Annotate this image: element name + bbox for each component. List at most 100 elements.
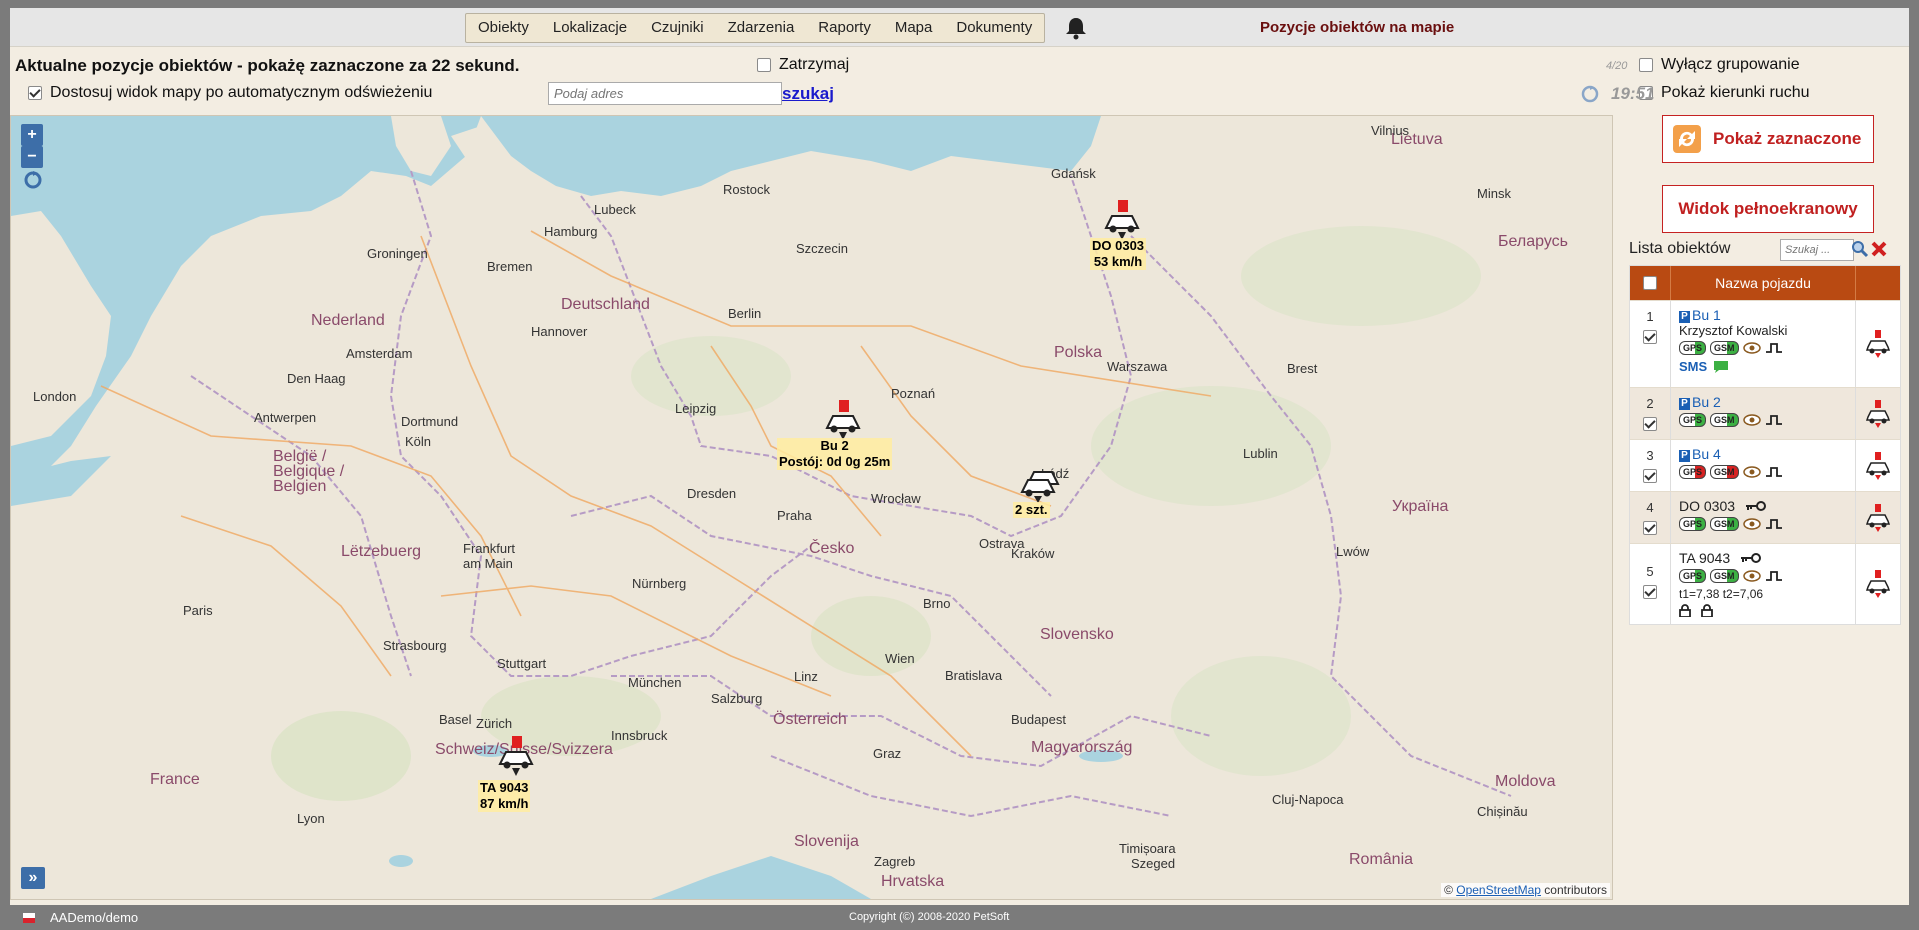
map-label-city: Poznań xyxy=(891,386,936,401)
osm-link[interactable]: OpenStreetMap xyxy=(1456,883,1541,897)
eye-icon[interactable] xyxy=(1742,414,1761,426)
parking-icon: P xyxy=(1679,449,1690,462)
sms-label[interactable]: SMS xyxy=(1679,359,1707,374)
map-refresh-icon[interactable] xyxy=(23,170,43,190)
page-title: Pozycje obiektów na mapie xyxy=(1260,19,1455,36)
gps-status: GPS xyxy=(1679,569,1707,583)
row-info-cell: P Bu 1 Krzysztof Kowalski GPS GSM SMS xyxy=(1671,301,1856,387)
map-label-city: Dortmund xyxy=(401,414,459,429)
vehicle-marker-do0303[interactable] xyxy=(1100,198,1144,242)
polish-flag-icon[interactable] xyxy=(23,913,35,923)
row-checkbox[interactable] xyxy=(1643,585,1657,599)
refresh-icon[interactable] xyxy=(1581,85,1599,103)
gsm-status: GSM xyxy=(1710,413,1739,427)
row-num-cell: 2 xyxy=(1630,388,1671,439)
table-row[interactable]: 3 P Bu 4 GPS GSM xyxy=(1630,439,1900,491)
message-icon[interactable] xyxy=(1713,360,1729,374)
show-selected-button[interactable]: Pokaż zaznaczone xyxy=(1662,115,1874,163)
eye-icon[interactable] xyxy=(1742,518,1761,530)
map-view[interactable]: + − Deutschland Polska Česko Slovensko Ö… xyxy=(10,115,1613,900)
temperature-readout: t1=7,38 t2=7,06 xyxy=(1679,587,1764,601)
vehicle-name[interactable]: Bu 2 xyxy=(1692,394,1721,410)
gsm-status: GSM xyxy=(1710,465,1739,479)
stop-checkbox[interactable] xyxy=(757,58,771,72)
route-icon[interactable] xyxy=(1765,466,1783,478)
locate-cell xyxy=(1856,301,1900,387)
menu-raporty[interactable]: Raporty xyxy=(806,14,883,42)
vehicle-group-marker[interactable] xyxy=(1018,460,1062,504)
stop-option[interactable]: Zatrzymaj xyxy=(757,56,849,74)
zoom-out-button[interactable]: − xyxy=(21,146,43,168)
row-num-cell: 5 xyxy=(1630,544,1671,624)
user-account[interactable]: AADemo/demo xyxy=(50,910,138,925)
row-checkbox[interactable] xyxy=(1643,521,1657,535)
expand-panel-button[interactable]: » xyxy=(21,867,45,889)
clear-search-icon[interactable] xyxy=(1870,240,1888,258)
table-row[interactable]: 1 P Bu 1 Krzysztof Kowalski GPS GSM SMS xyxy=(1630,300,1900,387)
menu-lokalizacje[interactable]: Lokalizacje xyxy=(541,14,639,42)
vehicle-name-header[interactable]: Nazwa pojazdu xyxy=(1671,266,1856,300)
locate-vehicle-icon[interactable] xyxy=(1863,503,1893,533)
menu-dokumenty[interactable]: Dokumenty xyxy=(944,14,1044,42)
status-icons: GPS GSM xyxy=(1679,341,1855,355)
row-checkbox[interactable] xyxy=(1643,469,1657,483)
disable-grouping-checkbox[interactable] xyxy=(1639,58,1653,72)
route-icon[interactable] xyxy=(1765,518,1783,530)
eye-icon[interactable] xyxy=(1742,342,1761,354)
map-label-city: Minsk xyxy=(1477,186,1511,201)
map-label-city: Lwów xyxy=(1336,544,1370,559)
eye-icon[interactable] xyxy=(1742,466,1761,478)
row-info-cell: TA 9043 GPS GSM t1=7,38 t2=7,06 xyxy=(1671,544,1856,624)
menu-mapa[interactable]: Mapa xyxy=(883,14,945,42)
attribution-suffix: contributors xyxy=(1540,883,1607,897)
vehicle-marker-ta9043[interactable] xyxy=(494,734,538,778)
row-checkbox[interactable] xyxy=(1643,417,1657,431)
menu-zdarzenia[interactable]: Zdarzenia xyxy=(716,14,807,42)
vehicle-name[interactable]: TA 9043 xyxy=(1679,550,1730,566)
fullscreen-button[interactable]: Widok pełnoekranowy xyxy=(1662,185,1874,233)
map-label-city: Graz xyxy=(873,746,902,761)
locate-vehicle-icon[interactable] xyxy=(1863,451,1893,481)
table-row[interactable]: 4 DO 0303 GPS GSM xyxy=(1630,491,1900,543)
object-search-input[interactable] xyxy=(1780,239,1854,261)
table-row[interactable]: 2 P Bu 2 GPS GSM xyxy=(1630,387,1900,439)
table-row[interactable]: 5 TA 9043 GPS GSM t1=7,38 t2=7,06 xyxy=(1630,543,1900,624)
map-label-country: România xyxy=(1349,851,1414,868)
show-directions-option[interactable]: Pokaż kierunki ruchu xyxy=(1639,84,1810,102)
locate-vehicle-icon[interactable] xyxy=(1863,399,1893,429)
route-icon[interactable] xyxy=(1765,570,1783,582)
map-label-city: Szczecin xyxy=(796,241,849,256)
search-icon[interactable] xyxy=(1851,240,1869,258)
select-all-checkbox[interactable] xyxy=(1643,276,1657,290)
vehicle-name[interactable]: Bu 4 xyxy=(1692,446,1721,462)
vehicle-name[interactable]: DO 0303 xyxy=(1679,498,1735,514)
fit-view-label: Dostosuj widok mapy po automatycznym odś… xyxy=(50,84,433,101)
vehicle-name[interactable]: Bu 1 xyxy=(1692,307,1721,323)
menu-obiekty[interactable]: Obiekty xyxy=(466,14,541,42)
vehicle-label-line: DO 0303 xyxy=(1092,238,1145,253)
bell-icon[interactable] xyxy=(1063,15,1089,41)
eye-icon[interactable] xyxy=(1742,570,1761,582)
disable-grouping-option[interactable]: Wyłącz grupowanie xyxy=(1639,56,1800,74)
locate-vehicle-icon[interactable] xyxy=(1863,329,1893,359)
menu-czujniki[interactable]: Czujniki xyxy=(639,14,716,42)
fit-view-option[interactable]: Dostosuj widok mapy po automatycznym odś… xyxy=(28,84,432,102)
status-icons: GPS GSM xyxy=(1679,413,1855,427)
fit-view-checkbox[interactable] xyxy=(28,86,42,100)
locate-vehicle-icon[interactable] xyxy=(1863,569,1893,599)
map-label-city: Strasbourg xyxy=(383,638,447,653)
map-label-country: Slovenija xyxy=(794,833,859,850)
gsm-status: GSM xyxy=(1710,569,1739,583)
refresh-headline: Aktualne pozycje obiektów - pokażę zazna… xyxy=(15,56,520,75)
route-icon[interactable] xyxy=(1765,342,1783,354)
map-label-country: Hrvatska xyxy=(881,873,945,890)
zoom-in-button[interactable]: + xyxy=(21,124,43,146)
address-search-link[interactable]: szukaj xyxy=(782,84,834,104)
row-checkbox[interactable] xyxy=(1643,330,1657,344)
map-label-country: Česko xyxy=(809,540,855,557)
route-icon[interactable] xyxy=(1765,414,1783,426)
address-input[interactable] xyxy=(548,82,782,105)
vehicle-marker-bu2[interactable] xyxy=(821,398,865,442)
map-label-city: Warszawa xyxy=(1107,359,1168,374)
vehicle-label-line: Bu 2 xyxy=(820,438,849,453)
